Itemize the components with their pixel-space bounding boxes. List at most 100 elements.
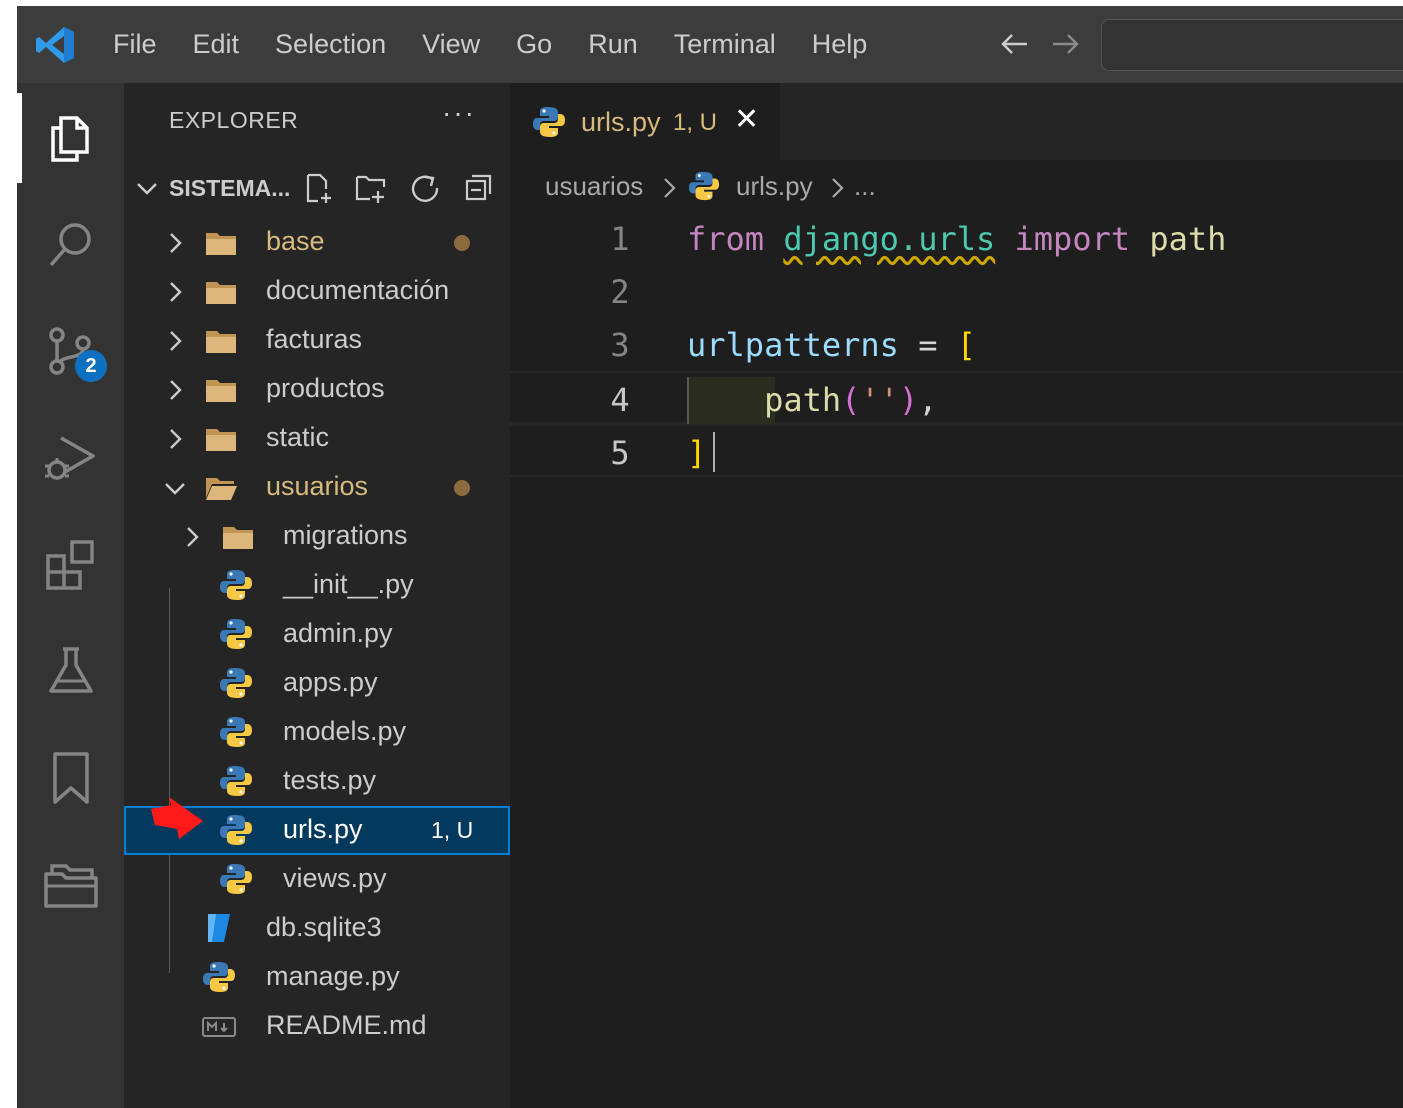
breadcrumb-file[interactable]: urls.py — [736, 171, 813, 202]
command-center-search[interactable] — [1101, 19, 1403, 71]
bookmarks-activity[interactable] — [17, 733, 124, 823]
vscode-window: File Edit Selection View Go Run Terminal… — [17, 6, 1403, 1108]
tree-item-label: db.sqlite3 — [266, 912, 382, 942]
tree-item-label: migrations — [283, 520, 408, 550]
search-icon — [49, 223, 91, 267]
explorer-activity[interactable] — [17, 93, 124, 183]
breadcrumb-symbol[interactable]: ... — [854, 171, 876, 202]
tree-folder-base[interactable]: base — [124, 218, 510, 267]
chevron-right-icon[interactable] — [162, 426, 188, 457]
chevron-right-icon[interactable] — [162, 279, 188, 310]
python-icon — [532, 105, 566, 144]
tree-file-admin-py[interactable]: admin.py — [124, 610, 510, 659]
line-number: 1 — [610, 220, 630, 258]
new-file-button[interactable] — [302, 171, 336, 205]
folder-icon — [204, 278, 238, 311]
tree-folder-facturas[interactable]: facturas — [124, 316, 510, 365]
folder-icon — [204, 425, 238, 458]
explorer-title: EXPLORER — [169, 107, 299, 133]
tree-item-label: manage.py — [266, 961, 400, 991]
tree-file-db-sqlite3[interactable]: db.sqlite3 — [124, 904, 510, 953]
tree-folder-static[interactable]: static — [124, 414, 510, 463]
code-line: 4 path(''), — [510, 371, 1403, 425]
chevron-right-icon[interactable] — [162, 230, 188, 261]
tree-file-init-py[interactable]: __init__.py — [124, 561, 510, 610]
menu-edit[interactable]: Edit — [175, 6, 258, 83]
python-icon — [219, 715, 253, 754]
code-line-content: from django.urls import path — [687, 220, 1227, 258]
red-arrow-annotation — [151, 797, 203, 839]
menu-help[interactable]: Help — [794, 6, 886, 83]
tree-file-manage-py[interactable]: manage.py — [124, 953, 510, 1002]
tree-file-apps-py[interactable]: apps.py — [124, 659, 510, 708]
tree-folder-documentaci-n[interactable]: documentación — [124, 267, 510, 316]
markdown-icon — [202, 1015, 236, 1044]
files-icon — [50, 116, 89, 162]
menu-go[interactable]: Go — [498, 6, 570, 83]
line-number: 5 — [610, 434, 630, 472]
tree-item-label: base — [266, 226, 325, 256]
workspace-root-label: SISTEMA... — [169, 175, 291, 201]
breadcrumb-folder[interactable]: usuarios — [545, 171, 643, 202]
chevron-down-icon[interactable] — [162, 475, 188, 506]
chevron-right-icon[interactable] — [162, 328, 188, 359]
extensions-activity[interactable] — [17, 520, 124, 610]
project-manager-activity[interactable] — [17, 840, 124, 930]
tree-folder-migrations[interactable]: migrations — [124, 512, 510, 561]
new-folder-icon — [355, 175, 386, 203]
more-actions-button[interactable]: ··· — [442, 97, 476, 129]
bookmark-icon — [52, 752, 89, 804]
refresh-icon — [411, 175, 439, 202]
menu-file[interactable]: File — [93, 6, 175, 83]
new-file-icon — [306, 173, 331, 203]
chevron-right-icon[interactable] — [162, 377, 188, 408]
folder-open-icon — [204, 474, 238, 507]
search-activity[interactable] — [17, 200, 124, 290]
menu-selection[interactable]: Selection — [257, 6, 404, 83]
extensions-icon — [45, 540, 94, 590]
tree-file-views-py[interactable]: views.py — [124, 855, 510, 904]
menu-bar: File Edit Selection View Go Run Terminal… — [17, 6, 1403, 83]
tree-item-label: urls.py — [283, 814, 363, 844]
tab-urls-py[interactable]: urls.py 1, U ✕ — [510, 83, 780, 160]
collapse-all-icon — [465, 174, 492, 201]
tree-item-label: tests.py — [283, 765, 377, 795]
forward-arrow-icon[interactable] — [1047, 26, 1083, 62]
python-icon — [219, 617, 253, 656]
explorer-sidebar: EXPLORER ··· SISTEMA... base documentació… — [124, 83, 510, 1108]
source-control-activity[interactable]: 2 — [17, 306, 124, 396]
close-icon[interactable]: ✕ — [734, 102, 759, 137]
tree-item-label: models.py — [283, 716, 407, 746]
refresh-button[interactable] — [408, 171, 442, 205]
run-debug-activity[interactable] — [17, 413, 124, 503]
chevron-right-icon[interactable] — [179, 524, 205, 555]
tree-folder-usuarios[interactable]: usuarios — [124, 463, 510, 512]
new-folder-button[interactable] — [354, 171, 388, 205]
menu-terminal[interactable]: Terminal — [656, 6, 794, 83]
tree-item-label: documentación — [266, 275, 450, 305]
code-line-content: ] — [687, 434, 707, 472]
activity-bar: 2 — [17, 83, 124, 1108]
menu-run[interactable]: Run — [570, 6, 656, 83]
code-line-content: path(''), — [764, 381, 938, 419]
tree-item-label: views.py — [283, 863, 387, 893]
tree-folder-productos[interactable]: productos — [124, 365, 510, 414]
back-arrow-icon[interactable] — [997, 26, 1033, 62]
folders-icon — [43, 864, 98, 908]
tree-file-readme-md[interactable]: README.md — [124, 1002, 510, 1051]
testing-activity[interactable] — [17, 626, 124, 716]
workspace-root[interactable]: SISTEMA... — [124, 165, 510, 211]
file-status: 1, U — [431, 817, 474, 843]
tree-file-models-py[interactable]: models.py — [124, 708, 510, 757]
python-icon — [219, 568, 253, 607]
tree-item-label: admin.py — [283, 618, 393, 648]
menu-view[interactable]: View — [404, 6, 498, 83]
code-line: 5 ] — [510, 424, 1403, 477]
python-icon — [219, 813, 253, 852]
modified-dot-icon — [454, 480, 470, 496]
python-icon — [202, 960, 236, 999]
database-icon — [204, 912, 234, 949]
line-number: 4 — [610, 381, 630, 419]
collapse-all-button[interactable] — [462, 171, 496, 205]
text-cursor — [713, 432, 715, 472]
